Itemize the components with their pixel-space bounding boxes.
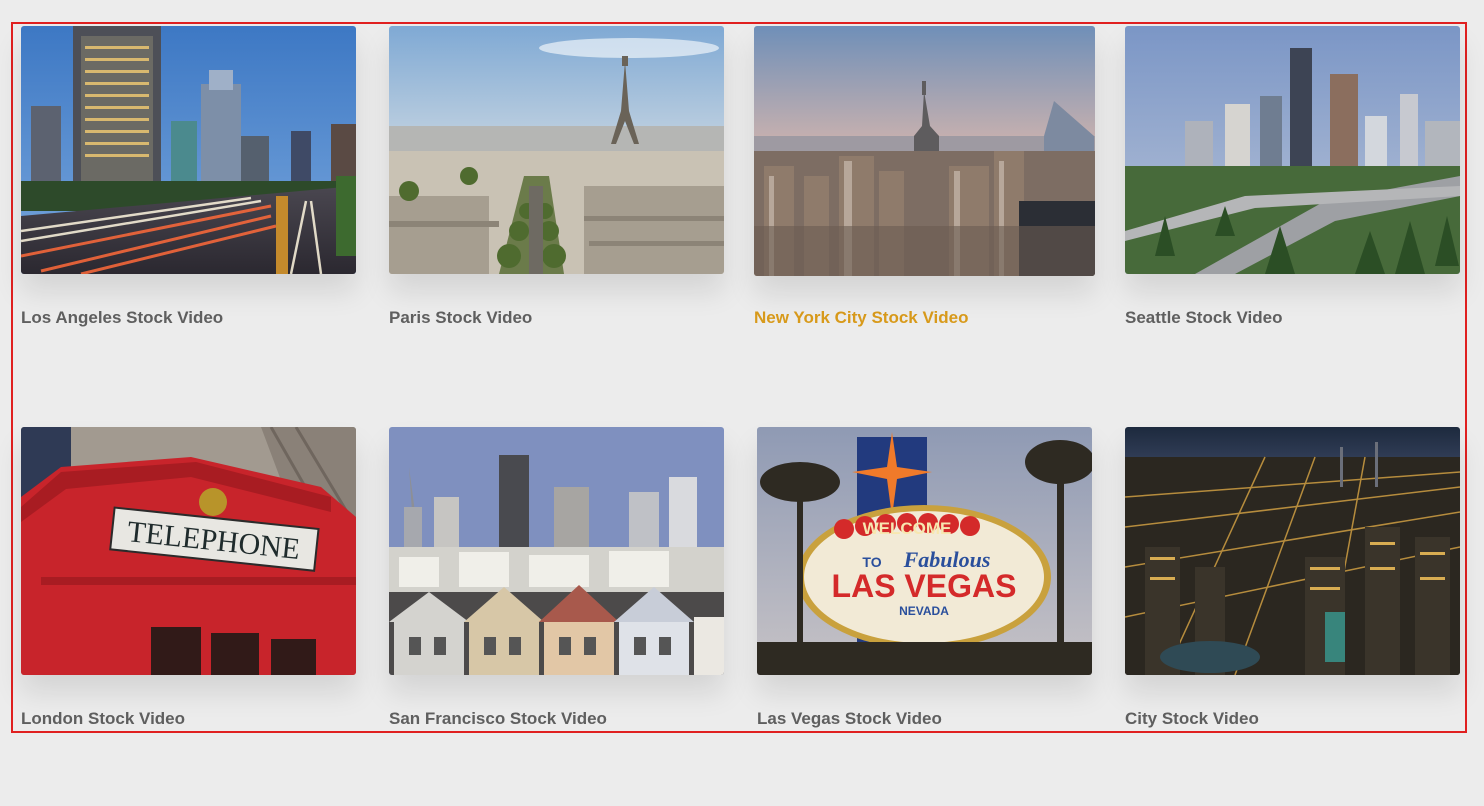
gallery-card-london[interactable]: TELEPHONE London Stock Video <box>21 427 356 729</box>
gallery-card-title[interactable]: Las Vegas Stock Video <box>757 709 1092 729</box>
seattle-image <box>1125 26 1460 274</box>
seattle-thumbnail[interactable] <box>1125 26 1460 274</box>
paris-image <box>389 26 724 274</box>
vegas-nevada-text: NEVADA <box>899 604 949 618</box>
city-thumbnail[interactable] <box>1125 427 1460 675</box>
san-francisco-thumbnail[interactable] <box>389 427 724 675</box>
paris-thumbnail[interactable] <box>389 26 724 274</box>
gallery-card-los-angeles[interactable]: Los Angeles Stock Video <box>21 26 356 328</box>
gallery-card-paris[interactable]: Paris Stock Video <box>389 26 724 328</box>
new-york-city-thumbnail[interactable] <box>754 26 1095 276</box>
london-thumbnail[interactable]: TELEPHONE <box>21 427 356 675</box>
gallery-card-title[interactable]: San Francisco Stock Video <box>389 709 724 729</box>
las-vegas-image: WELCOME TO Fabulous LAS VEGAS NEVADA <box>757 427 1092 675</box>
vegas-main-text: LAS VEGAS <box>832 568 1017 604</box>
los-angeles-image <box>21 26 356 274</box>
las-vegas-thumbnail[interactable]: WELCOME TO Fabulous LAS VEGAS NEVADA <box>757 427 1092 675</box>
gallery-card-city[interactable]: City Stock Video <box>1125 427 1460 729</box>
london-image: TELEPHONE <box>21 427 356 675</box>
san-francisco-image <box>389 427 724 675</box>
new-york-city-image <box>754 26 1095 276</box>
vegas-welcome-text: WELCOME <box>863 519 952 538</box>
los-angeles-thumbnail[interactable] <box>21 26 356 274</box>
gallery-card-las-vegas[interactable]: WELCOME TO Fabulous LAS VEGAS NEVADA Las… <box>757 427 1092 729</box>
gallery-card-san-francisco[interactable]: San Francisco Stock Video <box>389 427 724 729</box>
gallery-card-title[interactable]: City Stock Video <box>1125 709 1460 729</box>
gallery-card-title[interactable]: Seattle Stock Video <box>1125 308 1460 328</box>
city-image <box>1125 427 1460 675</box>
gallery-card-seattle[interactable]: Seattle Stock Video <box>1125 26 1460 328</box>
gallery-card-title[interactable]: Paris Stock Video <box>389 308 724 328</box>
gallery-card-title[interactable]: London Stock Video <box>21 709 356 729</box>
gallery-card-title[interactable]: New York City Stock Video <box>754 308 1095 328</box>
gallery-card-new-york-city[interactable]: New York City Stock Video <box>754 26 1095 328</box>
gallery-card-title[interactable]: Los Angeles Stock Video <box>21 308 356 328</box>
